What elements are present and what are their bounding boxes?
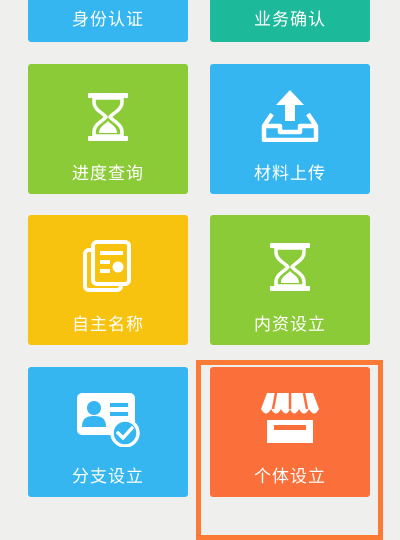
tile-label: 个体设立 [254,467,326,487]
hourglass-icon [86,92,130,142]
document-list-icon [83,240,133,292]
tile-label: 内资设立 [254,315,326,335]
tile-branch-establish[interactable]: 分支设立 [28,367,188,497]
hourglass-icon [268,242,312,292]
tile-label: 分支设立 [72,467,144,487]
tile-domestic-establish[interactable]: 内资设立 [210,215,370,345]
id-card-check-icon [75,391,141,447]
tile-progress-query[interactable]: 进度查询 [28,64,188,194]
tile-independent-name[interactable]: 自主名称 [28,215,188,345]
tile-identity-auth[interactable]: 身份认证 [28,0,188,42]
upload-tray-icon [260,88,320,142]
tile-business-confirm[interactable]: 业务确认 [210,0,370,42]
tile-label: 自主名称 [72,315,144,335]
tile-label: 身份认证 [72,10,144,30]
tile-label: 进度查询 [72,164,144,184]
tile-individual-establish[interactable]: 个体设立 [210,367,370,497]
tile-label: 材料上传 [254,164,326,184]
storefront-icon [259,391,321,445]
tile-material-upload[interactable]: 材料上传 [210,64,370,194]
tile-label: 业务确认 [254,10,326,30]
